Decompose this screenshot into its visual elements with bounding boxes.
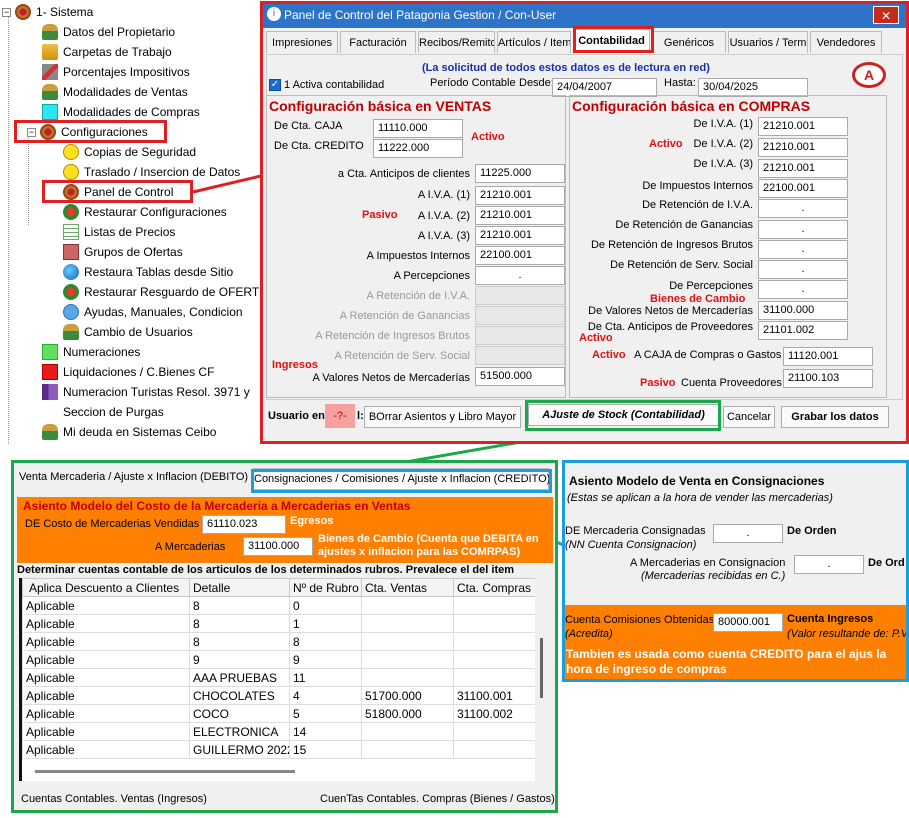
highlight-dialog [260,1,909,444]
highlight-consig-panel [562,460,909,682]
highlight-consignaciones-tab [251,469,552,493]
highlight-debito-panel [11,460,558,813]
highlight-ajuste-button [525,400,721,431]
highlight-contabilidad-tab [573,26,654,53]
